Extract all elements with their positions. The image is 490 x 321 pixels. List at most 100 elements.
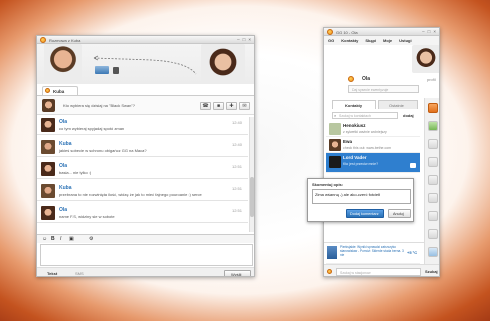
message-time: 12:40 xyxy=(231,120,242,125)
message-avatar xyxy=(41,140,55,154)
contact-avatar xyxy=(329,139,341,151)
popup-title: Skomentuj opis: xyxy=(312,182,344,187)
sidebar-button-notes[interactable] xyxy=(428,121,438,131)
sidebar-button-music[interactable] xyxy=(428,193,438,203)
tab-sms[interactable]: SMS xyxy=(75,271,84,276)
sidebar-button-share[interactable] xyxy=(428,157,438,167)
contact-description: Kto jest przeciw mnie? xyxy=(343,161,379,166)
add-contact-button[interactable]: dodaj xyxy=(403,113,414,118)
contact-avatar xyxy=(44,44,82,84)
description-placeholder: Daj sysecie ewentyzuje xyxy=(352,87,389,92)
contact-name: Henokiusz xyxy=(343,123,366,128)
chat-window: Rozmowa z Kuba – □ × Kuba Kto wybiera się … xyxy=(36,35,255,277)
close-icon[interactable]: × xyxy=(248,37,251,42)
contact-search-input[interactable]: ⌕ Szukaj w kontaktach xyxy=(332,112,398,119)
comment-icon[interactable] xyxy=(410,163,416,168)
message-author: Kuba xyxy=(59,141,72,147)
user-name[interactable]: Ola xyxy=(362,76,370,82)
user-avatar xyxy=(201,44,245,84)
description-input[interactable]: Daj sysecie ewentyzuje xyxy=(348,85,419,93)
sidebar-button-photos[interactable] xyxy=(428,139,438,149)
main-title-bar: GG 10 - Ola – □ × xyxy=(324,28,439,36)
chat-window-title: Rozmowa z Kuba xyxy=(49,37,81,43)
tab-kontakty-label: Kontakty xyxy=(345,103,363,108)
cancel-button[interactable]: Anuluj xyxy=(388,209,411,218)
computer-icon xyxy=(95,66,109,74)
chat-header xyxy=(37,44,254,84)
tab-ostatnie[interactable]: Ostatnie xyxy=(378,100,418,109)
minimize-icon[interactable]: – xyxy=(422,29,425,34)
bottom-search-input[interactable]: Szukaj w stacjonow xyxy=(336,268,421,276)
format-toolbar: ☺ B I ▣ ⚙ xyxy=(37,234,254,243)
message-time: 12:40 xyxy=(231,142,242,147)
message-author: Ola xyxy=(59,163,68,169)
message-scrollbar[interactable] xyxy=(249,117,254,232)
message-row: Ola 12:40 co tym wybieraj spyjadaj spotó… xyxy=(37,116,248,135)
game-button[interactable]: ✚ xyxy=(226,102,237,110)
gift-button[interactable]: ✉ xyxy=(239,102,250,110)
contact-item[interactable]: Ewa check this out: www.bethe.com xyxy=(326,137,420,153)
sidebar-button-apps[interactable] xyxy=(428,211,438,221)
bold-icon[interactable]: B xyxy=(51,236,55,242)
gg-logo-icon xyxy=(327,29,333,35)
search-icon: ⌕ xyxy=(334,113,337,118)
menu-skapi[interactable]: Skąpi xyxy=(365,36,376,45)
menu-kontakty[interactable]: Kontakty xyxy=(341,36,358,45)
message-text: name F.S, widziny sie w sobote xyxy=(59,214,115,219)
contact-description: z sylwetki ważnie wolniejszy xyxy=(343,129,387,134)
sidebar-button-games[interactable] xyxy=(428,175,438,185)
profile-link[interactable]: profil xyxy=(427,77,436,82)
sidebar-button-home[interactable] xyxy=(428,103,438,113)
tab-kontakty[interactable]: Kontakty xyxy=(332,100,376,109)
message-avatar xyxy=(41,162,55,176)
menu-uslugi[interactable]: Ustugi xyxy=(399,36,411,45)
chat-title-bar: Rozmowa z Kuba – □ × xyxy=(37,36,254,44)
add-comment-button[interactable]: Dodaj komentarz xyxy=(346,209,384,218)
chat-tab[interactable]: Kuba xyxy=(42,86,78,95)
contact-search-placeholder: Szukaj w kontaktach xyxy=(339,114,371,118)
maximize-icon[interactable]: □ xyxy=(428,29,431,34)
video-button[interactable]: ■ xyxy=(213,102,224,110)
send-button-label: Wyślij xyxy=(231,271,242,277)
contact-item[interactable]: Henokiusz z sylwetki ważnie wolniejszy xyxy=(326,121,420,137)
add-comment-label: Dodaj komentarz xyxy=(350,212,379,216)
message-time: 12:51 xyxy=(231,208,242,213)
scrollbar-thumb[interactable] xyxy=(250,177,254,217)
ad-strip[interactable]: Pierksjakie: Wyniki sprawdzi zatrzczyko … xyxy=(324,242,424,262)
ad-text: Pierksjakie: Wyniki sprawdzi zatrzczyko … xyxy=(340,245,404,257)
ad-image xyxy=(327,246,337,259)
minimize-icon[interactable]: – xyxy=(237,37,240,42)
gg-logo-icon xyxy=(40,37,46,43)
menu-moje[interactable]: Moje xyxy=(383,36,392,45)
contact-item-selected[interactable]: Lord Vader Kto jest przeciw mnie? xyxy=(326,153,420,173)
message-input[interactable] xyxy=(40,244,253,266)
bottom-search-button[interactable]: Szukaj xyxy=(425,269,438,274)
image-icon[interactable]: ▣ xyxy=(69,236,74,242)
message-text: co tym wybieraj spyjadaj spotó zman xyxy=(59,126,125,131)
sidebar-button-settings[interactable] xyxy=(428,247,438,257)
message-text: jakieś sobecie w schronu obigańcz GG na … xyxy=(59,148,147,153)
menu-gg[interactable]: GG xyxy=(328,36,334,45)
weather-badge: +5 °C xyxy=(407,250,418,255)
maximize-icon[interactable]: □ xyxy=(243,37,246,42)
call-button[interactable]: ☎ xyxy=(200,102,211,110)
tab-text[interactable]: Tekst xyxy=(47,271,57,276)
send-button[interactable]: Wyślij xyxy=(224,269,251,277)
message-time: 12:51 xyxy=(231,164,242,169)
message-author: Kuba xyxy=(59,185,72,191)
tools-icon[interactable]: ⚙ xyxy=(89,236,93,242)
user-status-icon[interactable] xyxy=(348,76,354,82)
sidebar-button-more[interactable] xyxy=(428,229,438,239)
user-photo xyxy=(412,45,439,73)
message-author: Ola xyxy=(59,119,68,125)
close-icon[interactable]: × xyxy=(433,29,436,34)
emoticon-icon[interactable]: ☺ xyxy=(42,236,47,242)
comment-input[interactable]: Zima wśanną -) ale ako-czerć fotciełł xyxy=(312,189,411,204)
message-avatar xyxy=(41,118,55,132)
contact-avatar xyxy=(329,123,341,135)
chat-tab-label: Kuba xyxy=(53,88,65,94)
message-list[interactable]: Ola 12:40 co tym wybieraj spyjadaj spotó… xyxy=(37,116,248,233)
italic-icon[interactable]: I xyxy=(60,236,61,242)
status-avatar xyxy=(42,99,55,112)
bottom-bar: Tekst SMS Wyślij xyxy=(37,267,254,277)
